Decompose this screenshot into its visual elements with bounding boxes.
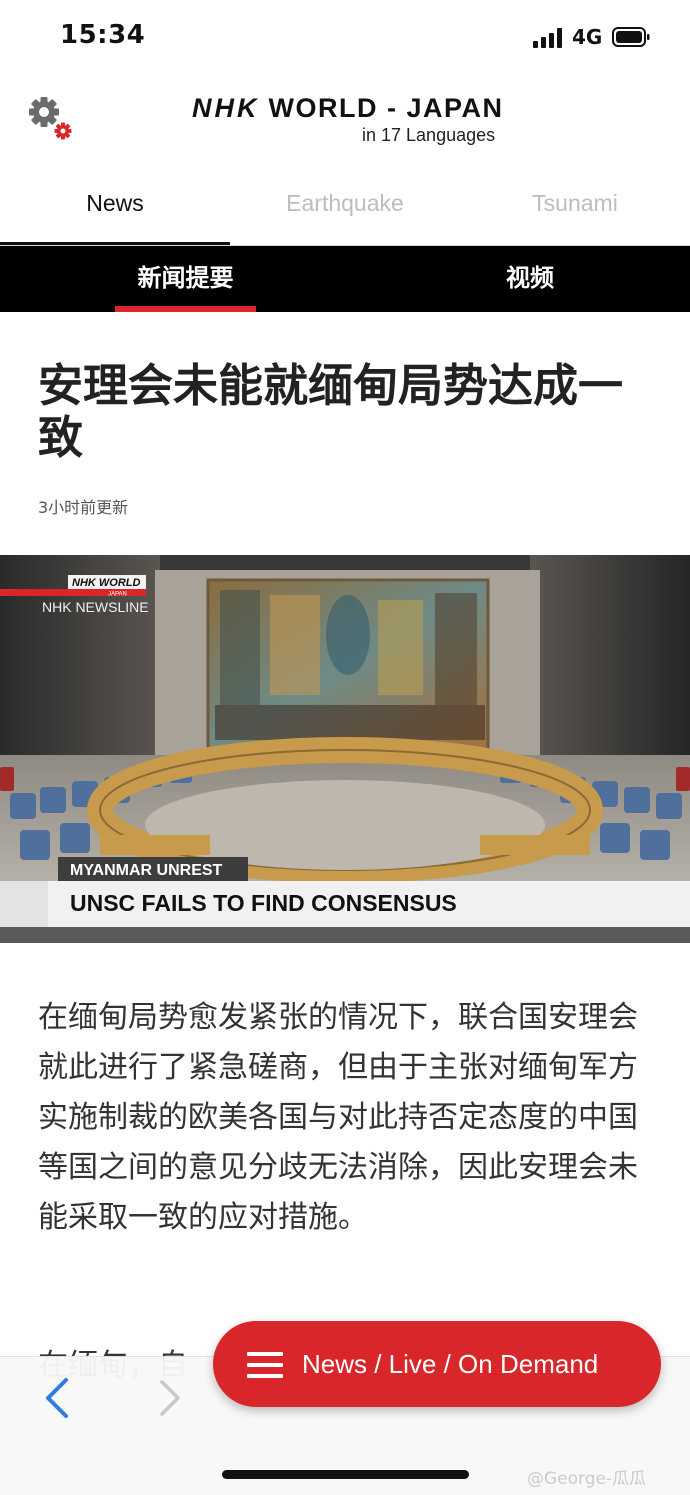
subtab-video-label: 视频: [506, 264, 554, 292]
program-name: NHK NEWSLINE: [42, 599, 149, 615]
status-bar: 15:34 4G: [0, 0, 690, 78]
menu-icon: [247, 1352, 283, 1378]
sub-tabs: 新闻提要 视频: [0, 246, 690, 312]
battery-icon: [612, 27, 650, 47]
chyron-kicker: MYANMAR UNREST: [70, 862, 223, 879]
updated-time: 3小时前更新: [38, 498, 129, 517]
brand-world-japan: WORLD - JAPAN: [268, 93, 504, 123]
status-time: 15:34: [60, 20, 146, 50]
fab-label: News / Live / On Demand: [302, 1349, 599, 1379]
photo-logo-text: NHK WORLD: [72, 577, 140, 589]
network-type: 4G: [572, 25, 603, 49]
languages-link[interactable]: in 17 Languages: [362, 125, 495, 146]
subtab-video[interactable]: 视频: [470, 246, 590, 312]
tab-tsunami[interactable]: Tsunami: [460, 175, 690, 241]
chyron-title: UNSC FAILS TO FIND CONSENSUS: [70, 890, 457, 916]
article-photo[interactable]: NHK WORLD JAPAN NHK NEWSLINE MYANMAR UNR…: [0, 555, 690, 943]
brand-logo: NHK WORLD - JAPAN: [192, 93, 504, 124]
forward-chevron-icon[interactable]: [150, 1376, 190, 1420]
top-tabs: News Earthquake Tsunami: [0, 175, 690, 247]
back-chevron-icon[interactable]: [38, 1376, 78, 1420]
subtab-news-summary-label: 新闻提要: [137, 264, 234, 292]
subtab-news-summary[interactable]: 新闻提要: [115, 246, 256, 312]
news-live-on-demand-button[interactable]: News / Live / On Demand: [213, 1321, 661, 1407]
article-headline: 安理会未能就缅甸局势达成一致: [38, 359, 624, 464]
brand-nhk: NHK: [192, 93, 260, 123]
tab-earthquake[interactable]: Earthquake: [230, 175, 460, 241]
signal-icon: [533, 28, 562, 48]
photo-logo-sub: JAPAN: [108, 592, 127, 598]
home-indicator[interactable]: [222, 1470, 469, 1479]
watermark: @George-瓜瓜: [527, 1469, 647, 1489]
tab-news[interactable]: News: [0, 175, 230, 245]
active-tab-indicator: [115, 306, 256, 312]
settings-gear-icon[interactable]: [28, 96, 76, 144]
article-body: 在缅甸局势愈发紧张的情况下，联合国安理会就此进行了紧急磋商，但由于主张对缅甸军方…: [38, 1000, 638, 1235]
